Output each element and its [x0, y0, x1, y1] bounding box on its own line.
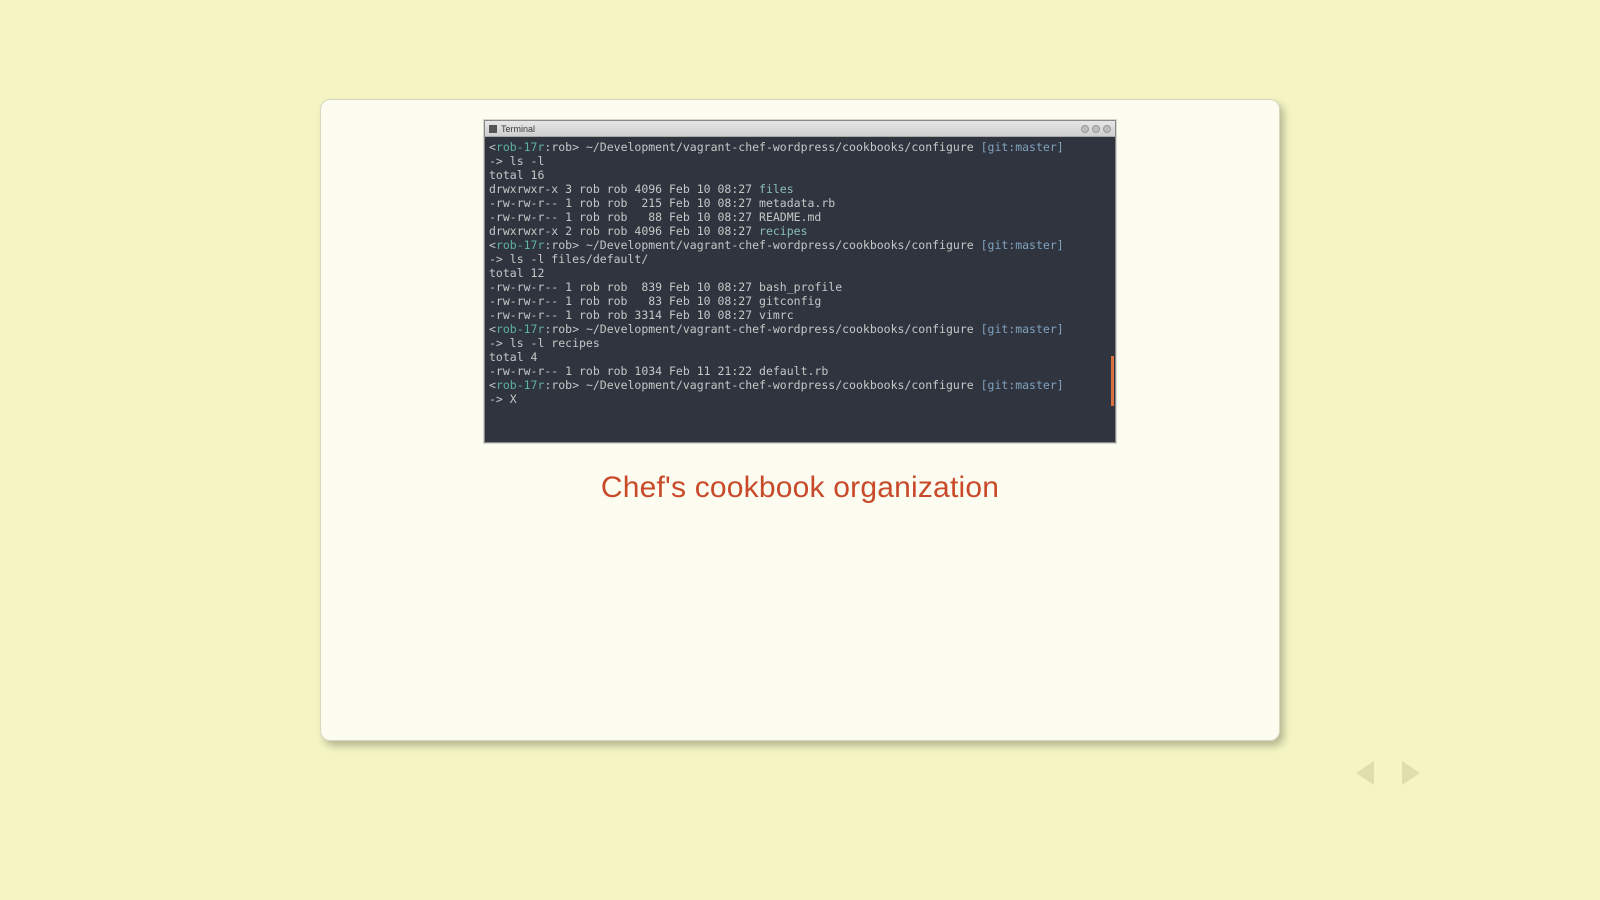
next-slide-button[interactable]	[1402, 761, 1420, 785]
terminal-body[interactable]: <rob-17r:rob> ~/Development/vagrant-chef…	[485, 137, 1115, 442]
slide-caption: Chef's cookbook organization	[601, 471, 999, 505]
window-controls	[1081, 125, 1111, 133]
slide-nav	[1356, 761, 1420, 785]
window-close-button[interactable]	[1103, 125, 1111, 133]
window-maximize-button[interactable]	[1092, 125, 1100, 133]
terminal-scroll-indicator[interactable]	[1111, 356, 1114, 406]
window-minimize-button[interactable]	[1081, 125, 1089, 133]
terminal-window: Terminal <rob-17r:rob> ~/Development/vag…	[484, 120, 1116, 443]
terminal-app-icon	[489, 125, 497, 133]
terminal-title: Terminal	[501, 124, 535, 134]
prev-slide-button[interactable]	[1356, 761, 1374, 785]
terminal-titlebar[interactable]: Terminal	[485, 121, 1115, 137]
slide-card: Terminal <rob-17r:rob> ~/Development/vag…	[320, 99, 1280, 741]
